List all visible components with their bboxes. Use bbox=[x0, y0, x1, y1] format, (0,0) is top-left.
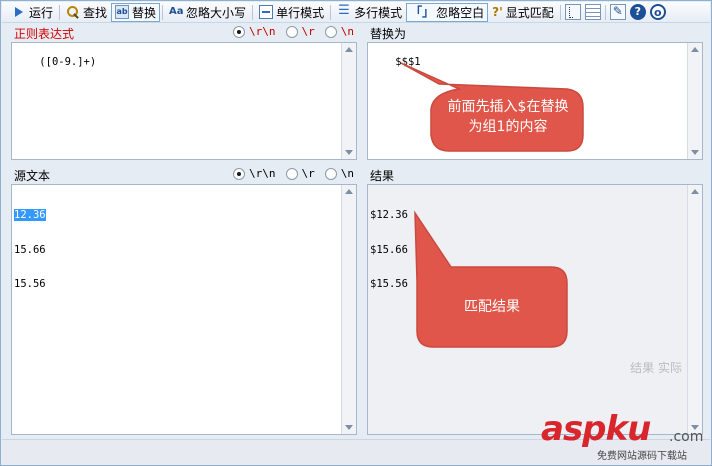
radio-crlf[interactable] bbox=[233, 167, 245, 180]
multi-line-label: 多行模式 bbox=[354, 5, 403, 20]
radio-cr-label: \r bbox=[301, 25, 315, 38]
ignore-case-button[interactable]: Aa 忽略大小写 bbox=[165, 3, 250, 22]
ignore-case-label: 忽略大小写 bbox=[186, 5, 247, 20]
replace-panel-header: 替换为 bbox=[367, 24, 703, 42]
result-scrollbar[interactable] bbox=[687, 185, 702, 434]
replace-icon: ab bbox=[115, 5, 130, 19]
radio-crlf[interactable] bbox=[233, 25, 245, 38]
regex-input[interactable]: ([0-9.]+) bbox=[11, 42, 357, 160]
regex-panel-title: 正则表达式 bbox=[14, 26, 75, 41]
question-icon: ?' bbox=[492, 5, 503, 19]
brackets-icon: 「」 bbox=[410, 5, 435, 19]
toolbar-separator bbox=[559, 4, 561, 20]
magnifier-icon bbox=[66, 5, 80, 19]
replace-label: 替换 bbox=[132, 5, 157, 20]
show-match-button[interactable]: ?' 显式匹配 bbox=[488, 3, 558, 22]
source-newline-options: \r\n \r \n bbox=[223, 167, 354, 180]
bottom-callout-text: 匹配结果 bbox=[417, 297, 567, 317]
info-icon[interactable]: o bbox=[649, 4, 666, 20]
play-icon bbox=[12, 5, 26, 19]
single-line-icon bbox=[259, 5, 274, 19]
radio-cr[interactable] bbox=[285, 167, 298, 180]
toolbar-separator bbox=[59, 4, 61, 20]
top-callout-line: 为组1的内容 bbox=[468, 119, 548, 135]
radio-cr-label: \r bbox=[301, 167, 315, 180]
radio-crlf-label: \r\n bbox=[249, 25, 276, 38]
show-match-label: 显式匹配 bbox=[505, 5, 554, 20]
radio-cr[interactable] bbox=[285, 25, 298, 38]
toolbar-separator bbox=[162, 4, 164, 20]
source-line: 15.56 bbox=[14, 278, 46, 290]
replace-button[interactable]: ab 替换 bbox=[111, 2, 161, 22]
source-panel-header: 源文本 \r\n \r \n bbox=[11, 166, 357, 184]
watermark-suffix: .com bbox=[669, 429, 704, 445]
result-panel-header: 结果 bbox=[367, 166, 703, 184]
toolbar-separator bbox=[604, 4, 606, 20]
multi-line-icon bbox=[337, 3, 351, 19]
toolbar-separator bbox=[330, 4, 332, 20]
regex-scrollbar[interactable] bbox=[341, 43, 356, 159]
result-line: $15.56 bbox=[370, 278, 408, 290]
source-line: 15.66 bbox=[14, 243, 46, 256]
single-line-button[interactable]: 单行模式 bbox=[255, 3, 328, 22]
top-callout-text: 前面先插入$在替换 为组1的内容 bbox=[433, 97, 583, 137]
run-button[interactable]: 运行 bbox=[8, 3, 57, 22]
source-scrollbar[interactable] bbox=[341, 185, 356, 434]
radio-lf[interactable] bbox=[324, 25, 337, 38]
source-panel-title: 源文本 bbox=[14, 168, 51, 183]
radio-crlf-label: \r\n bbox=[249, 167, 276, 180]
radio-lf-label: \n bbox=[340, 167, 354, 180]
replace-panel-title: 替换为 bbox=[370, 26, 407, 41]
source-line-text: 12.36 bbox=[14, 209, 46, 221]
ignore-whitespace-button[interactable]: 「」 忽略空白 bbox=[406, 2, 489, 22]
radio-lf[interactable] bbox=[324, 167, 337, 180]
regex-tester-window: 运行 查找 ab 替换 Aa 忽略大小写 单行模式 多行模式 「」 忽略空白 bbox=[0, 0, 712, 466]
result-faint-overlay: 结果 实际 bbox=[630, 361, 682, 375]
regex-panel-header: 正则表达式 \r\n \r \n bbox=[11, 24, 357, 42]
bottom-callout-line: 匹配结果 bbox=[464, 299, 520, 315]
toolbar: 运行 查找 ab 替换 Aa 忽略大小写 单行模式 多行模式 「」 忽略空白 bbox=[2, 2, 710, 23]
multi-line-button[interactable]: 多行模式 bbox=[333, 3, 406, 22]
case-icon: Aa bbox=[169, 6, 184, 17]
find-button[interactable]: 查找 bbox=[62, 3, 111, 22]
watermark-subtitle: 免费网站源码下载站 bbox=[597, 451, 687, 462]
watermark-brand: aspku bbox=[541, 409, 651, 449]
replace-input-text: $$$1 bbox=[395, 55, 421, 68]
regex-input-text: ([0-9.]+) bbox=[39, 55, 97, 68]
toolbar-separator bbox=[252, 4, 254, 20]
ignore-whitespace-label: 忽略空白 bbox=[436, 5, 485, 20]
source-line: 12.36 bbox=[14, 209, 354, 222]
watermark: aspku .com 免费网站源码下载站 bbox=[541, 409, 711, 465]
run-label: 运行 bbox=[29, 5, 54, 20]
edit-icon[interactable] bbox=[609, 4, 626, 20]
radio-lf-label: \n bbox=[340, 25, 354, 38]
top-callout-line: 前面先插入$在替换 bbox=[447, 99, 569, 115]
result-line: $15.66 bbox=[370, 243, 408, 256]
result-line: $12.36 bbox=[370, 209, 408, 221]
single-line-label: 单行模式 bbox=[276, 5, 325, 20]
regex-newline-options: \r\n \r \n bbox=[223, 25, 354, 38]
replace-scrollbar[interactable] bbox=[687, 43, 702, 159]
help-icon[interactable]: ? bbox=[629, 4, 646, 20]
grid-icon[interactable] bbox=[584, 4, 601, 20]
tree-icon[interactable] bbox=[564, 4, 581, 20]
result-panel-title: 结果 bbox=[370, 168, 395, 183]
find-label: 查找 bbox=[83, 5, 108, 20]
source-input[interactable]: 12.36 15.66 15.56 bbox=[11, 184, 357, 435]
